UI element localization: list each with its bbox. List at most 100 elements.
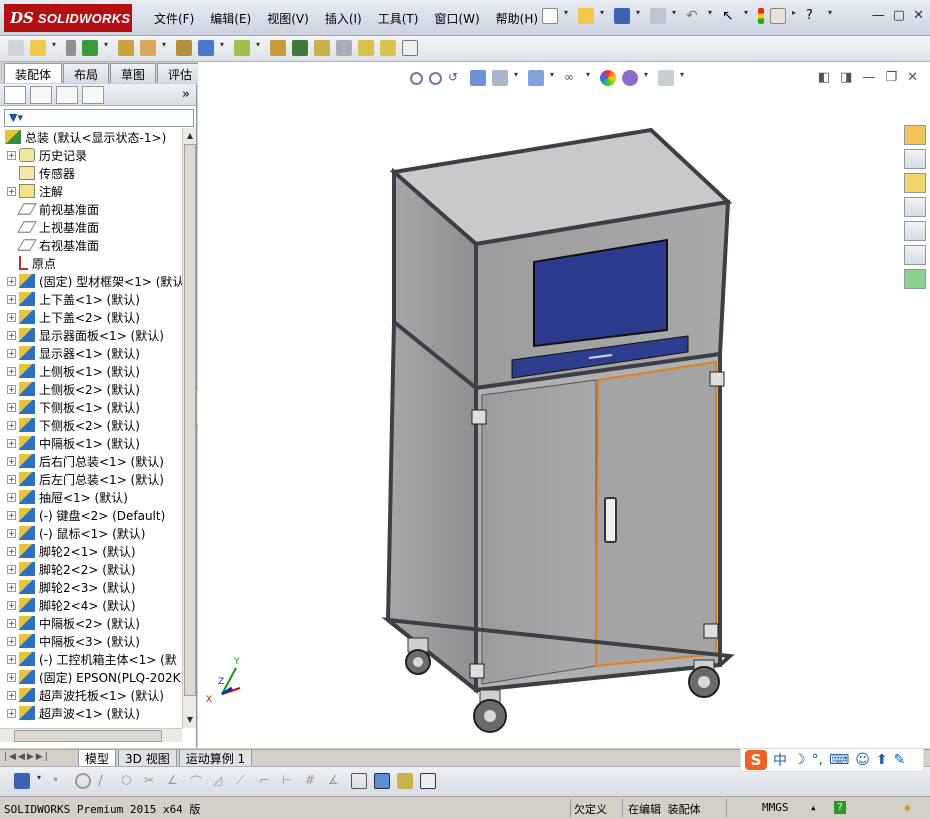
help-icon[interactable]: ? <box>806 8 822 24</box>
tree-item[interactable]: + 显示器面板<1> (默认) <box>0 326 182 344</box>
tree-item[interactable]: + 中隔板<3> (默认) <box>0 632 182 650</box>
command-tab[interactable]: 评估 <box>157 63 204 83</box>
tree-item[interactable]: + 上侧板<1> (默认) <box>0 362 182 380</box>
chevron-down-icon[interactable]: ▾ <box>600 8 608 24</box>
split-right-icon[interactable]: ◨ <box>840 70 852 85</box>
tree-item[interactable]: 原点 <box>0 254 182 272</box>
point-icon[interactable]: • <box>52 773 68 789</box>
split-left-icon[interactable]: ◧ <box>818 70 830 85</box>
polygon-icon[interactable]: ⬡ <box>121 773 137 789</box>
solidworks-resources-icon[interactable] <box>904 125 926 145</box>
tree-item[interactable]: + 脚轮2<1> (默认) <box>0 542 182 560</box>
expand-icon[interactable]: + <box>7 474 16 484</box>
chevron-down-icon[interactable]: ▾ <box>37 773 45 789</box>
chevron-down-icon[interactable]: ▾ <box>52 40 60 56</box>
table-icon[interactable] <box>420 773 436 789</box>
appearances-icon[interactable] <box>904 221 926 241</box>
more-tabs-icon[interactable]: » <box>182 87 190 102</box>
tree-item[interactable]: + 后右门总装<1> (默认) <box>0 452 182 470</box>
chevron-down-icon[interactable]: ▾ <box>162 40 170 56</box>
tree-item[interactable]: + 脚轮2<2> (默认) <box>0 560 182 578</box>
tree-item[interactable]: + (-) 键盘<2> (Default) <box>0 506 182 524</box>
chevron-down-icon[interactable]: ▾ <box>564 8 572 24</box>
tree-item[interactable]: + (-) 工控机箱主体<1> (默 <box>0 650 182 668</box>
ime-logo[interactable]: S <box>745 750 767 770</box>
relation-icon[interactable]: ∡ <box>328 773 344 789</box>
explode-line-sketch-icon[interactable] <box>336 40 352 56</box>
new-motion-study-icon[interactable] <box>270 40 286 56</box>
large-assembly-icon[interactable] <box>402 40 418 56</box>
restore-icon[interactable]: ▢ <box>893 8 905 23</box>
apply-scene-icon[interactable] <box>622 70 638 86</box>
expand-icon[interactable]: + <box>7 456 16 466</box>
chevron-up-icon[interactable]: ▴ <box>810 801 817 814</box>
tree-item[interactable]: + 脚轮2<4> (默认) <box>0 596 182 614</box>
expand-icon[interactable]: + <box>7 384 16 394</box>
chevron-down-icon[interactable]: ▾ <box>220 40 228 56</box>
expand-icon[interactable]: + <box>7 186 16 196</box>
trim-icon[interactable]: ✂ <box>144 773 160 789</box>
shaded-cube-icon[interactable] <box>374 773 390 789</box>
punctuation-icon[interactable]: °, <box>812 752 823 768</box>
tree-item[interactable]: + 上下盖<1> (默认) <box>0 290 182 308</box>
file-explorer-icon[interactable] <box>904 173 926 193</box>
tree-item[interactable]: + (固定) EPSON(PLQ-202K)针 <box>0 668 182 686</box>
moon-icon[interactable]: ☽ <box>793 752 806 768</box>
minimize-icon[interactable]: — <box>862 70 875 85</box>
command-tab[interactable]: 布局 <box>63 63 110 83</box>
move-component-icon[interactable] <box>140 40 156 56</box>
expand-icon[interactable]: + <box>7 672 16 682</box>
expand-icon[interactable]: + <box>7 420 16 430</box>
grid-icon[interactable]: # <box>305 773 321 789</box>
tree-item[interactable]: 传感器 <box>0 164 182 182</box>
feature-manager-tab-icon[interactable] <box>4 85 26 104</box>
scroll-thumb[interactable] <box>14 730 162 742</box>
tree-item[interactable]: + (-) 鼠标<1> (默认) <box>0 524 182 542</box>
tab-nav-arrows-icon[interactable]: |◀◀▶▶| <box>4 752 50 762</box>
mate-icon[interactable] <box>66 40 76 56</box>
rebuild-traffic-light-icon[interactable] <box>758 8 764 24</box>
tree-item[interactable]: + 中隔板<2> (默认) <box>0 614 182 632</box>
configuration-manager-tab-icon[interactable] <box>56 85 78 104</box>
tree-item[interactable]: + 历史记录 <box>0 146 182 164</box>
tree-item[interactable]: 前视基准面 <box>0 200 182 218</box>
chevron-down-icon[interactable]: ▾ <box>104 40 112 56</box>
menu-item[interactable]: 视图(V) <box>259 10 317 27</box>
unit-system[interactable]: MMGS <box>762 801 789 814</box>
tree-filter[interactable]: ▼▾ <box>4 109 194 127</box>
save-icon[interactable] <box>14 773 30 789</box>
select-cursor-icon[interactable]: ↖ <box>722 8 738 24</box>
view-settings-icon[interactable] <box>658 70 674 86</box>
expand-icon[interactable]: + <box>7 564 16 574</box>
view-orientation-icon[interactable] <box>528 70 544 86</box>
expand-icon[interactable]: + <box>7 528 16 538</box>
tree-item[interactable]: + (固定) 型材框架<1> (默认 <box>0 272 182 290</box>
menu-item[interactable]: 工具(T) <box>370 10 427 27</box>
tree-horizontal-scrollbar[interactable] <box>0 728 182 742</box>
zoom-to-area-icon[interactable] <box>429 71 442 85</box>
user-icon[interactable]: ☺ <box>855 752 870 768</box>
tree-item[interactable]: + 脚轮2<3> (默认) <box>0 578 182 596</box>
expand-icon[interactable]: + <box>7 492 16 502</box>
skin-icon[interactable]: ⬆ <box>876 752 888 768</box>
reference-geometry-icon[interactable] <box>234 40 250 56</box>
menu-item[interactable]: 插入(I) <box>317 10 370 27</box>
open-folder-icon[interactable] <box>578 8 594 24</box>
command-tab[interactable]: 装配体 <box>4 63 63 83</box>
corner-rectangle-icon[interactable]: ⌐ <box>259 773 275 789</box>
hide-show-items-icon[interactable]: ∞ <box>564 70 580 86</box>
tree-item[interactable]: + 中隔板<1> (默认) <box>0 434 182 452</box>
expand-icon[interactable]: + <box>7 294 16 304</box>
menu-item[interactable]: 帮助(H) <box>488 10 546 27</box>
expand-icon[interactable]: + <box>7 150 16 160</box>
linear-pattern-icon[interactable] <box>82 40 98 56</box>
expand-icon[interactable]: + <box>7 600 16 610</box>
exploded-view-icon[interactable] <box>314 40 330 56</box>
tree-item[interactable]: + 下侧板<1> (默认) <box>0 398 182 416</box>
expand-icon[interactable]: + <box>7 546 16 556</box>
tree-item[interactable]: + 注解 <box>0 182 182 200</box>
dynamic-annotation-icon[interactable] <box>492 70 508 86</box>
tree-item[interactable]: + 超声波托板<1> (默认) <box>0 686 182 704</box>
camera-icon[interactable] <box>397 773 413 789</box>
line-icon[interactable]: / <box>98 773 114 789</box>
